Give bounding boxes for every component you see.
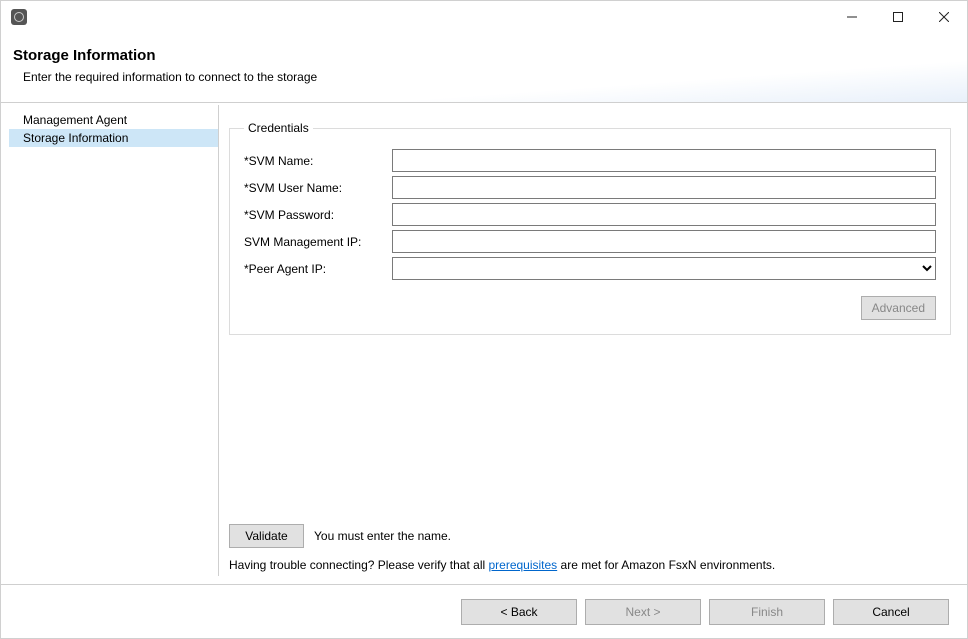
- sidebar-item-management-agent[interactable]: Management Agent: [9, 111, 218, 129]
- row-peer-agent-ip: *Peer Agent IP:: [244, 257, 936, 280]
- advanced-button[interactable]: Advanced: [861, 296, 936, 320]
- trouble-suffix: are met for Amazon FsxN environments.: [557, 558, 775, 572]
- advanced-row: Advanced: [244, 296, 936, 320]
- cancel-button[interactable]: Cancel: [833, 599, 949, 625]
- footer-buttons: < Back Next > Finish Cancel: [1, 584, 967, 638]
- page-title: Storage Information: [13, 47, 949, 64]
- main-panel: Credentials *SVM Name: *SVM User Name: *…: [219, 105, 967, 584]
- input-svm-password[interactable]: [392, 203, 936, 226]
- validate-message: You must enter the name.: [314, 529, 451, 543]
- body-area: Management Agent Storage Information Cre…: [1, 105, 967, 584]
- header-panel: Storage Information Enter the required i…: [1, 33, 967, 103]
- label-svm-user: *SVM User Name:: [244, 181, 392, 195]
- row-svm-name: *SVM Name:: [244, 149, 936, 172]
- credentials-fieldset: Credentials *SVM Name: *SVM User Name: *…: [229, 121, 951, 335]
- sidebar-item-storage-information[interactable]: Storage Information: [9, 129, 218, 147]
- window-controls: [829, 1, 967, 33]
- label-svm-password: *SVM Password:: [244, 208, 392, 222]
- input-svm-mgmt-ip[interactable]: [392, 230, 936, 253]
- row-svm-mgmt-ip: SVM Management IP:: [244, 230, 936, 253]
- close-button[interactable]: [921, 1, 967, 33]
- label-svm-name: *SVM Name:: [244, 154, 392, 168]
- row-svm-user: *SVM User Name:: [244, 176, 936, 199]
- page-subtitle: Enter the required information to connec…: [13, 70, 949, 84]
- wizard-steps-sidebar: Management Agent Storage Information: [9, 105, 219, 576]
- next-button[interactable]: Next >: [585, 599, 701, 625]
- select-peer-agent-ip[interactable]: [392, 257, 936, 280]
- input-svm-name[interactable]: [392, 149, 936, 172]
- validate-button[interactable]: Validate: [229, 524, 304, 548]
- finish-button[interactable]: Finish: [709, 599, 825, 625]
- title-bar: [1, 1, 967, 33]
- trouble-prefix: Having trouble connecting? Please verify…: [229, 558, 488, 572]
- credentials-legend: Credentials: [244, 121, 313, 135]
- app-icon: [11, 9, 27, 25]
- label-peer-agent-ip: *Peer Agent IP:: [244, 262, 392, 276]
- validate-row: Validate You must enter the name.: [229, 524, 951, 548]
- minimize-button[interactable]: [829, 1, 875, 33]
- back-button[interactable]: < Back: [461, 599, 577, 625]
- row-svm-password: *SVM Password:: [244, 203, 936, 226]
- input-svm-user[interactable]: [392, 176, 936, 199]
- maximize-button[interactable]: [875, 1, 921, 33]
- trouble-text: Having trouble connecting? Please verify…: [229, 558, 951, 572]
- label-svm-mgmt-ip: SVM Management IP:: [244, 235, 392, 249]
- prerequisites-link[interactable]: prerequisites: [488, 558, 557, 572]
